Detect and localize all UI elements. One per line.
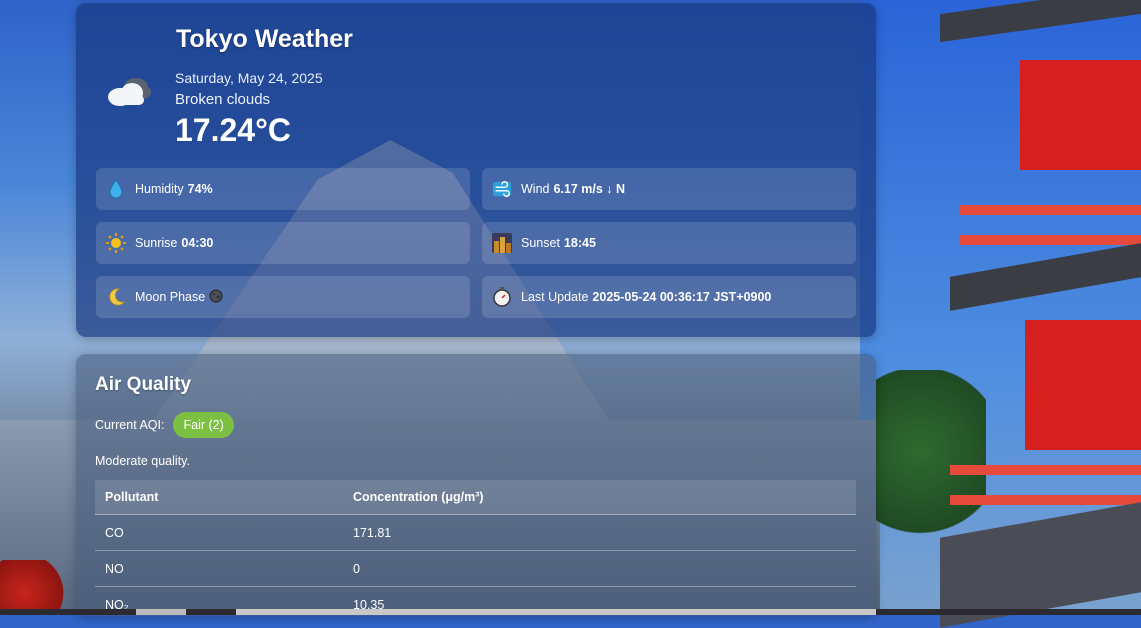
scrollbar-thumb[interactable]: [136, 609, 186, 615]
page-title: Tokyo Weather: [176, 25, 353, 53]
stopwatch-icon: [492, 287, 512, 307]
current-aqi: Current AQI: Fair (2): [95, 412, 234, 438]
table-row: NO₂ 10.35: [95, 586, 856, 622]
sunset-value: 18:45: [563, 236, 596, 250]
sunrise-label: Sunrise: [135, 236, 178, 250]
moon-phase-tile: Moon Phase: [96, 276, 470, 318]
droplet-icon: [106, 179, 126, 199]
humidity-label: Humidity: [135, 182, 184, 196]
sunrise-icon: [106, 233, 126, 253]
pollutant-name: CO: [95, 514, 343, 551]
sunset-icon: [492, 233, 512, 253]
sunrise-value: 04:30: [181, 236, 214, 250]
pollutant-value: 10.35: [343, 586, 856, 622]
pollutant-value: 171.81: [343, 514, 856, 551]
humidity-value: 74%: [187, 182, 213, 196]
sunset-label: Sunset: [521, 236, 560, 250]
air-quality-card: Air Quality Current AQI: Fair (2) Modera…: [76, 354, 876, 622]
air-quality-title: Air Quality: [95, 374, 192, 395]
pollutant-value: 0: [343, 550, 856, 587]
pollutant-name: NO₂: [95, 586, 343, 622]
background-autumn-leaves: [0, 560, 80, 615]
wind-tile: Wind 6.17 m/s ↓ N: [482, 168, 856, 210]
crescent-moon-icon: [106, 287, 126, 307]
wind-value: 6.17 m/s ↓ N: [553, 182, 626, 196]
aqi-status-badge: Fair (2): [173, 412, 234, 438]
temperature-value: 17.24°C: [175, 112, 291, 148]
new-moon-icon: [209, 289, 223, 306]
pollutant-table: Pollutant Concentration (μg/m³) CO 171.8…: [95, 480, 856, 622]
horizontal-scrollbar[interactable]: [0, 609, 1141, 615]
table-header-row: Pollutant Concentration (μg/m³): [95, 480, 856, 515]
weather-card: Tokyo Weather Saturday, May 24, 2025 Bro…: [76, 3, 876, 337]
sunrise-tile: Sunrise 04:30: [96, 222, 470, 264]
current-aqi-label: Current AQI:: [95, 418, 165, 432]
last-update-tile: Last Update 2025-05-24 00:36:17 JST+0900: [482, 276, 856, 318]
broken-clouds-icon: [104, 75, 154, 111]
moon-phase-label: Moon Phase: [135, 290, 206, 304]
weather-date: Saturday, May 24, 2025: [175, 70, 323, 86]
column-header-concentration: Concentration (μg/m³): [343, 480, 856, 515]
wind-label: Wind: [521, 182, 550, 196]
last-update-label: Last Update: [521, 290, 589, 304]
weather-description: Broken clouds: [175, 91, 271, 108]
pollutant-name: NO: [95, 550, 343, 587]
moon-phase-value: [209, 289, 223, 306]
table-row: NO 0: [95, 550, 856, 587]
wind-icon: [492, 179, 512, 199]
table-row: CO 171.81: [95, 514, 856, 551]
column-header-pollutant: Pollutant: [95, 480, 343, 515]
scrollbar-track-segment[interactable]: [236, 609, 876, 615]
last-update-value: 2025-05-24 00:36:17 JST+0900: [592, 290, 772, 304]
sunset-tile: Sunset 18:45: [482, 222, 856, 264]
background-pagoda: [880, 0, 1141, 628]
humidity-tile: Humidity 74%: [96, 168, 470, 210]
aqi-note: Moderate quality.: [95, 454, 190, 468]
